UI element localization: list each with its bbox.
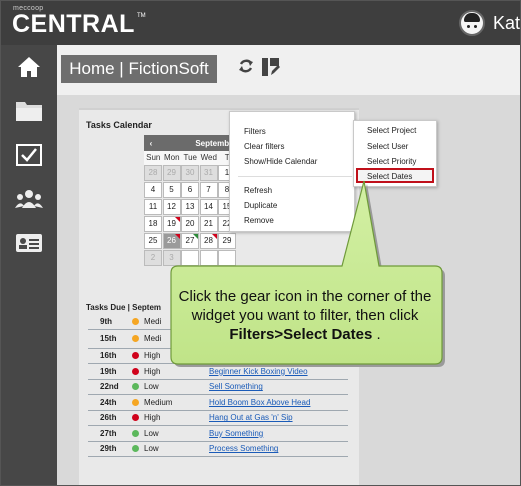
callout-text: Click the gear icon in the corner of the… bbox=[177, 287, 433, 344]
callout-bubble bbox=[170, 180, 445, 367]
callout-text-emphasis: Filters>Select Dates bbox=[229, 326, 373, 343]
callout-text-part: . bbox=[372, 326, 381, 343]
callout-text-part: Click the gear icon in the corner of the… bbox=[178, 288, 432, 324]
app-window: meccoop CENTRAL TM Kate Home | FictionSo… bbox=[0, 0, 521, 486]
